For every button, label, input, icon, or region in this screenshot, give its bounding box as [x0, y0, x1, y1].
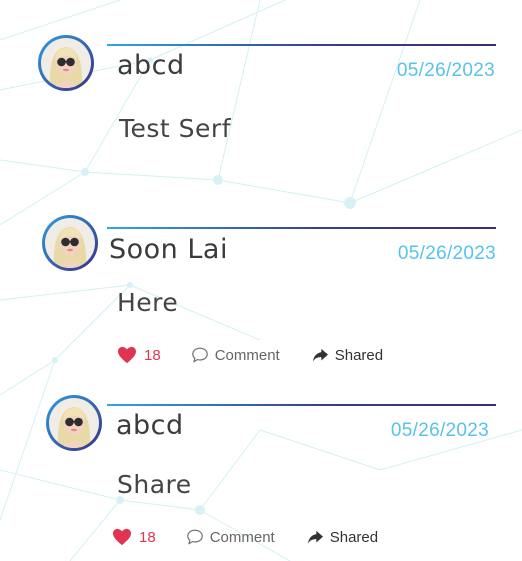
user-avatar-icon	[49, 398, 99, 448]
comment-label: Comment	[209, 528, 275, 546]
share-arrow-icon	[307, 530, 323, 544]
author-name[interactable]: abcd	[116, 410, 184, 441]
author-avatar[interactable]	[46, 395, 102, 451]
post-date: 05/26/2023	[390, 420, 489, 441]
comment-button[interactable]: Comment	[186, 528, 275, 546]
comment-bubble-icon	[186, 529, 203, 545]
heart-icon	[113, 528, 131, 546]
share-label: Shared	[329, 528, 379, 546]
post-text: Share	[117, 470, 192, 499]
like-count: 18	[139, 528, 156, 546]
like-button[interactable]: 18	[112, 528, 156, 546]
header-divider	[107, 404, 496, 406]
share-button[interactable]: Shared	[307, 529, 378, 546]
feed-post: abcd 05/26/2023 Share 18 Comment Shared	[0, 0, 522, 561]
post-actions: 18 Comment Shared	[112, 528, 378, 546]
